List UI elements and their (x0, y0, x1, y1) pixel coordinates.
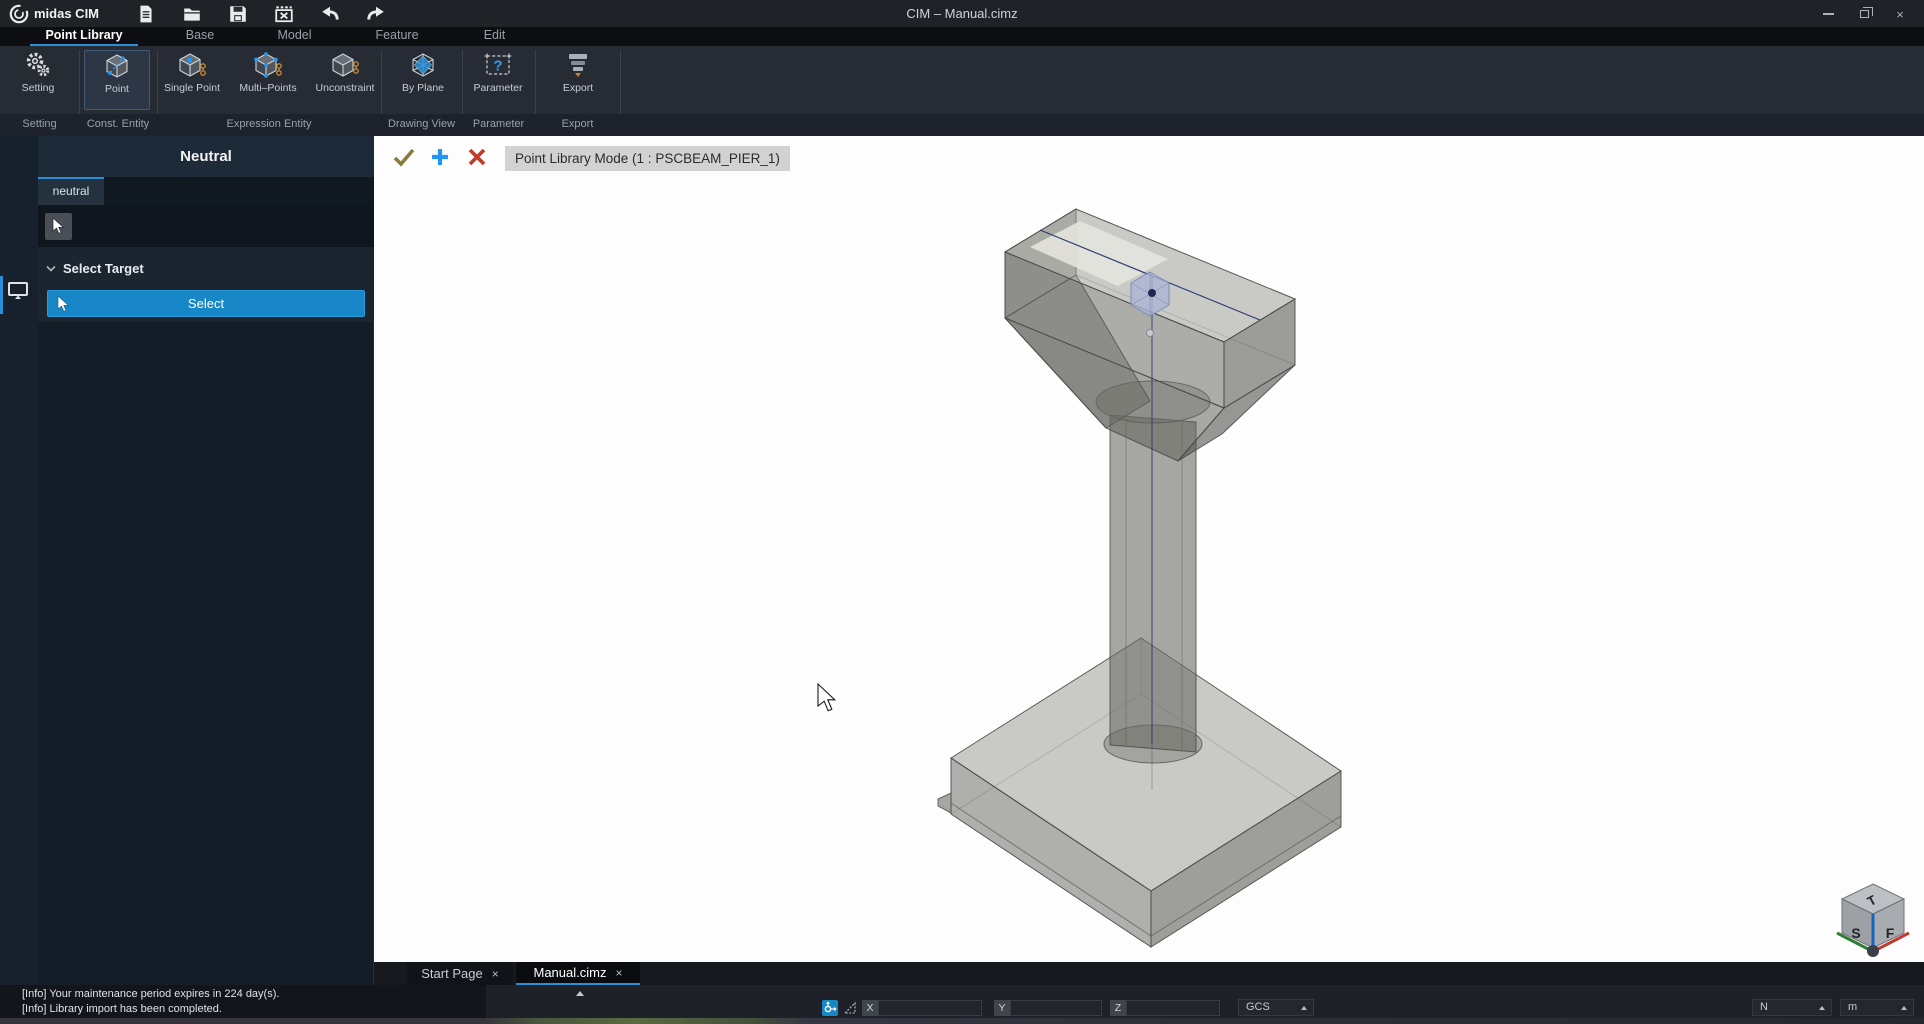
close-tab-icon[interactable]: × (615, 966, 622, 980)
point-button[interactable]: Point (84, 50, 150, 110)
z-coordinate-input[interactable] (1126, 1000, 1220, 1016)
restore-button[interactable] (1850, 5, 1878, 23)
group-export: Export (561, 118, 594, 130)
svg-text:?: ? (493, 58, 502, 75)
select-mode-button[interactable] (45, 213, 72, 240)
by-plane-button[interactable]: By Plane (390, 50, 456, 110)
chevron-down-icon (46, 265, 56, 272)
message-output: [Info] Your maintenance period expires i… (0, 985, 486, 1018)
status-bar: [Info] Your maintenance period expires i… (0, 985, 1924, 1018)
panel-toolbar (38, 205, 374, 247)
gear-icon (26, 52, 50, 77)
restore-icon (1859, 7, 1873, 18)
angle-snap-icon[interactable] (842, 1000, 858, 1016)
window-title: CIM – Manual.cimz (906, 6, 1018, 21)
y-coordinate-label: Y (994, 1000, 1010, 1016)
y-coordinate-input[interactable] (1010, 1000, 1102, 1016)
neutral-panel-toggle[interactable] (6, 279, 34, 309)
tab-base[interactable]: Base (160, 27, 240, 46)
panel-title: Neutral (38, 136, 374, 177)
application-window: midas CIM CIM – Manual.cimz × Point Libr… (0, 0, 1924, 1024)
tab-start-page[interactable]: Start Page × (407, 962, 513, 985)
cube-point-icon (106, 54, 128, 78)
mouse-cursor (817, 682, 837, 712)
view-cube-right-label: F (1886, 925, 1895, 941)
tab-neutral[interactable]: neutral (38, 177, 104, 205)
pier-3d-model[interactable]: T S F (374, 136, 1924, 962)
active-strip-indicator (0, 276, 3, 314)
menu-bar: Point Library Base Model Feature Edit (0, 27, 1924, 46)
group-expression-entity: Expression Entity (226, 118, 312, 130)
export-icon (569, 54, 587, 77)
tab-point-library[interactable]: Point Library (30, 27, 138, 46)
cube-unconstraint-icon (332, 53, 359, 77)
cube-multi-points-icon (254, 52, 282, 78)
status-message: [Info] Your maintenance period expires i… (22, 988, 280, 1000)
single-point-button[interactable]: Single Point (159, 50, 225, 110)
point-tracking-icon[interactable] (822, 1000, 838, 1016)
ribbon-toolbar: Setting Point Single Point Multi–Points … (0, 46, 1924, 178)
close-tab-icon[interactable]: × (492, 967, 499, 981)
close-icon: × (1896, 6, 1904, 22)
x-coordinate-input[interactable] (878, 1000, 982, 1016)
display-icon (8, 282, 28, 299)
tab-feature[interactable]: Feature (352, 27, 442, 46)
coordinate-system-dropdown[interactable]: GCS (1238, 999, 1314, 1016)
ribbon-group-row: Setting Const. Entity Expression Entity … (0, 114, 1924, 136)
cube-single-point-icon (179, 53, 206, 77)
minimize-icon (1822, 13, 1834, 15)
dropdown-caret-icon (1301, 1006, 1307, 1010)
multi-points-button[interactable]: Multi–Points (235, 50, 301, 110)
cursor-icon (52, 218, 65, 234)
select-target-section: Select Target Select (38, 247, 374, 322)
panel-tab-bar: neutral (38, 177, 374, 205)
close-button[interactable]: × (1886, 5, 1914, 23)
desktop-edge (0, 1018, 1924, 1024)
cursor-icon (57, 296, 70, 312)
x-coordinate-label: X (862, 1000, 878, 1016)
unconstraint-button[interactable]: Unconstraint (312, 50, 378, 110)
group-drawing-view: Drawing View (387, 118, 456, 130)
cube-plane-icon (412, 53, 434, 77)
select-target-header[interactable]: Select Target (46, 261, 144, 276)
direction-dropdown[interactable]: N (1752, 999, 1832, 1016)
select-button[interactable]: Select (47, 290, 365, 317)
parameter-button[interactable]: ? Parameter (465, 50, 531, 110)
neutral-panel: Neutral neutral Select Target Select (38, 136, 374, 985)
tab-edit[interactable]: Edit (452, 27, 537, 46)
unit-dropdown[interactable]: m (1840, 999, 1914, 1016)
model-viewport[interactable]: Point Library Mode (1 : PSCBEAM_PIER_1) (374, 136, 1924, 962)
z-coordinate-label: Z (1110, 1000, 1126, 1016)
title-bar: midas CIM CIM – Manual.cimz × (0, 0, 1924, 27)
tab-manual-cimz[interactable]: Manual.cimz × (516, 962, 640, 985)
parameter-icon: ? (484, 53, 512, 75)
tab-model[interactable]: Model (252, 27, 337, 46)
view-cube-left-label: S (1851, 925, 1860, 941)
group-const-entity: Const. Entity (86, 118, 150, 130)
minimize-button[interactable] (1814, 5, 1842, 23)
status-message: [Info] Library import has been completed… (22, 1002, 222, 1015)
sidebar-icon-strip (0, 136, 38, 985)
expand-output-caret[interactable] (576, 991, 584, 996)
view-cube[interactable]: T S F (1836, 883, 1910, 957)
dropdown-caret-icon (1901, 1006, 1907, 1010)
group-setting: Setting (22, 118, 57, 130)
setting-button[interactable]: Setting (5, 50, 71, 110)
document-tab-bar: Start Page × Manual.cimz × (374, 962, 1924, 985)
dropdown-caret-icon (1819, 1006, 1825, 1010)
export-button[interactable]: Export (545, 50, 611, 110)
group-parameter: Parameter (472, 118, 525, 130)
